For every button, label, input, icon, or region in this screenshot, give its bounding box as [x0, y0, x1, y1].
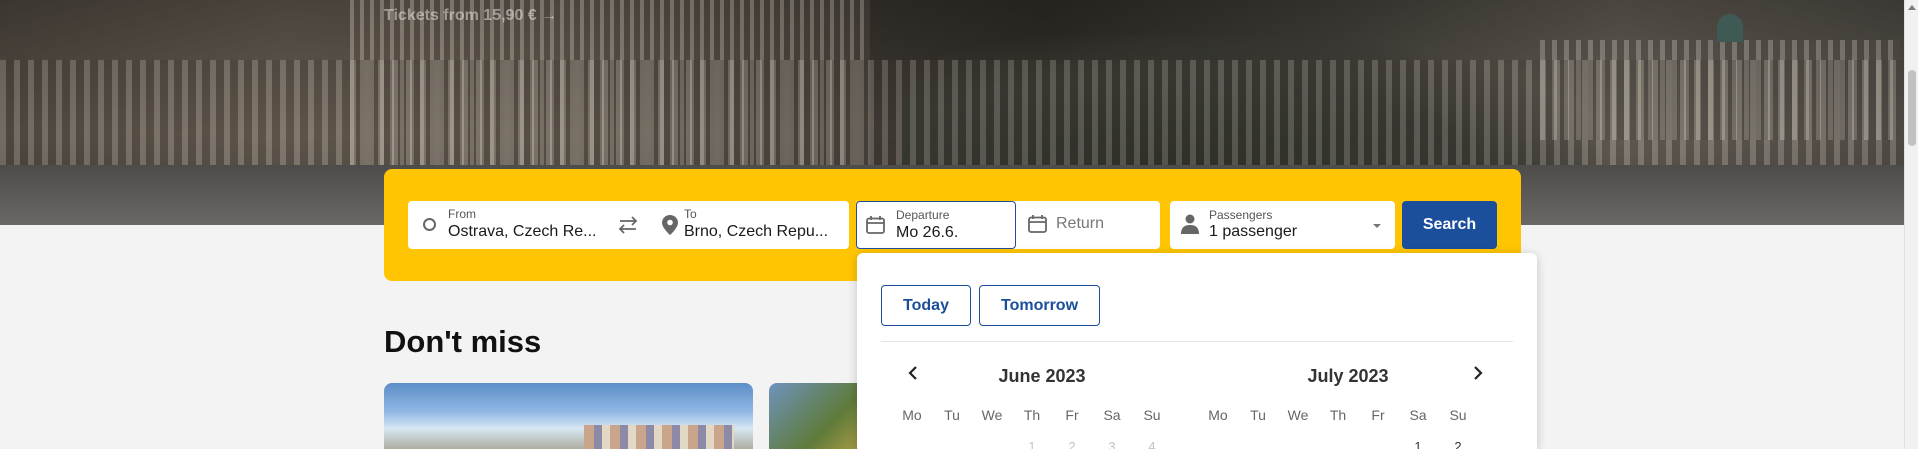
scrollbar-thumb[interactable] — [1908, 70, 1916, 146]
scroll-up-arrow-icon[interactable] — [1908, 5, 1916, 10]
tomorrow-button[interactable]: Tomorrow — [979, 285, 1100, 326]
weekday-label: Su — [1449, 407, 1467, 423]
weekday-label: Fr — [1065, 407, 1079, 423]
hero-city-image — [0, 60, 1904, 170]
chevron-right-icon[interactable] — [1471, 366, 1485, 380]
calendar-day: 1 — [1028, 439, 1036, 449]
person-icon — [1181, 214, 1199, 234]
promo-card-image — [584, 425, 734, 449]
from-value: Ostrava, Czech Re... — [448, 223, 597, 240]
passengers-field[interactable]: Passengers 1 passenger — [1170, 201, 1395, 249]
calendar-icon — [866, 216, 885, 234]
passengers-value: 1 passenger — [1209, 223, 1298, 240]
calendar-day: 3 — [1108, 439, 1116, 449]
calendar-icon — [1028, 215, 1047, 233]
weekday-label: Th — [1329, 407, 1347, 423]
weekday-label: Fr — [1371, 407, 1385, 423]
promo-card[interactable] — [384, 383, 753, 449]
from-label: From — [448, 207, 476, 221]
weekday-label: Tu — [944, 407, 960, 423]
departure-label: Departure — [896, 208, 950, 222]
passengers-label: Passengers — [1209, 208, 1273, 222]
weekday-label: Th — [1023, 407, 1041, 423]
to-label: To — [684, 207, 697, 221]
departure-field[interactable]: Departure Mo 26.6. — [856, 201, 1016, 249]
weekday-label: Sa — [1409, 407, 1427, 423]
calendar-day[interactable]: 1 — [1398, 439, 1438, 449]
weekday-label: We — [981, 407, 1003, 423]
departure-value: Mo 26.6. — [896, 224, 959, 241]
weekday-label: Mo — [1208, 407, 1228, 423]
divider — [881, 341, 1513, 342]
weekday-label: Tu — [1250, 407, 1266, 423]
chevron-left-icon[interactable] — [906, 366, 920, 380]
hero-dome-image — [1717, 14, 1743, 42]
return-placeholder: Return — [1056, 215, 1105, 232]
calendar-day: 4 — [1148, 439, 1156, 449]
chevron-down-icon — [1373, 224, 1381, 228]
page-scrollbar[interactable] — [1904, 0, 1918, 449]
calendar-day: 2 — [1068, 439, 1076, 449]
weekday-label: Sa — [1103, 407, 1121, 423]
to-field[interactable]: To Brno, Czech Repu... — [646, 201, 849, 249]
weekday-label: We — [1287, 407, 1309, 423]
weekday-label: Su — [1143, 407, 1161, 423]
promo-card[interactable] — [769, 383, 869, 449]
to-value: Brno, Czech Repu... — [684, 223, 829, 240]
date-picker: Today Tomorrow June 2023 July 2023 Mo Tu… — [857, 253, 1537, 449]
today-button[interactable]: Today — [881, 285, 971, 326]
swap-icon[interactable] — [617, 215, 639, 235]
dont-miss-title: Don't miss — [384, 324, 542, 359]
from-to-field: From Ostrava, Czech Re... To Brno, Czech… — [408, 201, 849, 249]
dates-field: Departure Mo 26.6. Return — [856, 201, 1160, 249]
calendar-day[interactable]: 2 — [1438, 439, 1478, 449]
tickets-from-link[interactable]: Tickets from 15,90 € → — [384, 7, 557, 25]
search-button[interactable]: Search — [1402, 201, 1497, 249]
month-title: July 2023 — [1307, 366, 1389, 386]
from-field[interactable]: From Ostrava, Czech Re... — [408, 201, 608, 249]
month-title: June 2023 — [998, 366, 1086, 386]
weekday-label: Mo — [902, 407, 922, 423]
return-field[interactable]: Return — [1016, 201, 1160, 249]
